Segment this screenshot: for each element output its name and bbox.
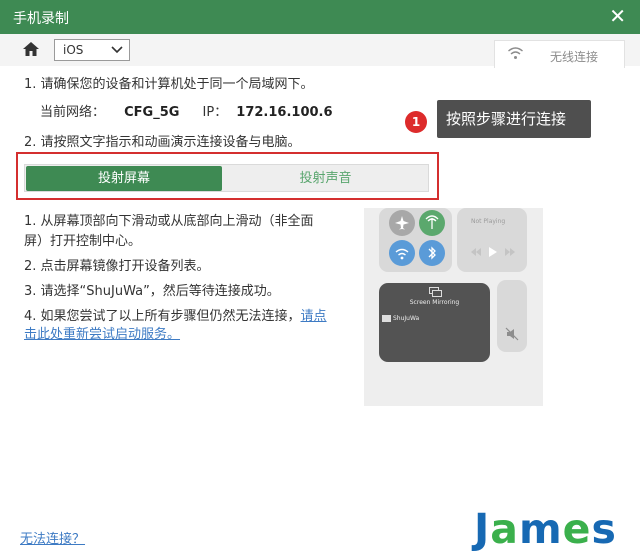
instruction-2: 2. 点击屏幕镜像打开设备列表。	[24, 259, 210, 274]
cast-audio-button[interactable]: 投射声音	[224, 166, 427, 191]
screen-mirroring-title: Screen Mirroring	[409, 299, 460, 306]
title-bar: 手机录制 ✕	[0, 0, 640, 34]
volume-slider	[497, 280, 527, 352]
platform-select-value: iOS	[63, 43, 84, 57]
restart-service-link-part-2[interactable]: 击此处重新尝试启动服务。	[24, 327, 180, 342]
tab-wireless-connect-label: 无线连接	[550, 50, 599, 64]
close-icon[interactable]: ✕	[609, 5, 626, 27]
mirror-device-name: ShuJuWa	[393, 315, 420, 322]
step-number-badge: 1	[405, 111, 427, 133]
instruction-1-line-2: 屏）打开控制中心。	[24, 234, 142, 249]
music-status: Not Playing	[471, 218, 506, 225]
instruction-3: 3. 请选择“ShuJuWa”，然后等待连接成功。	[24, 284, 280, 299]
restart-service-link-part-1[interactable]: 请点	[301, 309, 327, 324]
mute-icon	[505, 327, 519, 341]
wifi-icon	[508, 47, 523, 59]
platform-select[interactable]: iOS	[54, 39, 130, 61]
device-icon	[382, 315, 391, 322]
instruction-4-line-2: 击此处重新尝试启动服务。	[24, 323, 180, 342]
instruction-4-text: 4. 如果您尝试了以上所有步骤但仍然无法连接，	[24, 309, 301, 324]
network-info: 当前网络： CFG_5G IP： 172.16.100.6	[40, 101, 333, 120]
airplane-icon	[389, 210, 415, 236]
step-2-text: 2. 请按照文字指示和动画演示连接设备与电脑。	[24, 135, 301, 150]
screen-mirroring-panel: Screen Mirroring ShuJuWa	[379, 283, 490, 362]
annotation-callout: 按照步骤进行连接	[437, 100, 591, 138]
chevron-down-icon	[111, 46, 123, 54]
instruction-4-line-1: 4. 如果您尝试了以上所有步骤但仍然无法连接，请点	[24, 305, 327, 324]
step-1-text: 1. 请确保您的设备和计算机处于同一个局域网下。	[24, 77, 314, 92]
ip-label: IP：	[202, 105, 228, 120]
instruction-1-line-1: 1. 从屏幕顶部向下滑动或从底部向上滑动（非全面	[24, 214, 314, 229]
cannot-connect-link[interactable]: 无法连接？	[20, 528, 85, 547]
tab-wireless-connect[interactable]: 无线连接	[494, 40, 625, 68]
screen-mirroring-icon	[429, 287, 442, 297]
cellular-icon	[419, 210, 445, 236]
window-title: 手机录制	[13, 11, 69, 27]
cast-screen-button[interactable]: 投射屏幕	[26, 166, 222, 191]
home-icon[interactable]	[22, 40, 40, 58]
wifi-toggle-icon	[389, 240, 415, 266]
ip-value: 172.16.100.6	[236, 105, 333, 120]
connectivity-panel	[379, 208, 452, 272]
bluetooth-icon	[419, 240, 445, 266]
james-watermark-logo: James	[474, 505, 617, 553]
control-center-illustration: Not Playing Screen Mirroring ShuJuWa	[364, 208, 543, 406]
media-controls-icon	[471, 247, 515, 257]
network-value: CFG_5G	[124, 105, 180, 120]
network-label: 当前网络：	[40, 105, 106, 120]
music-panel: Not Playing	[457, 208, 527, 272]
